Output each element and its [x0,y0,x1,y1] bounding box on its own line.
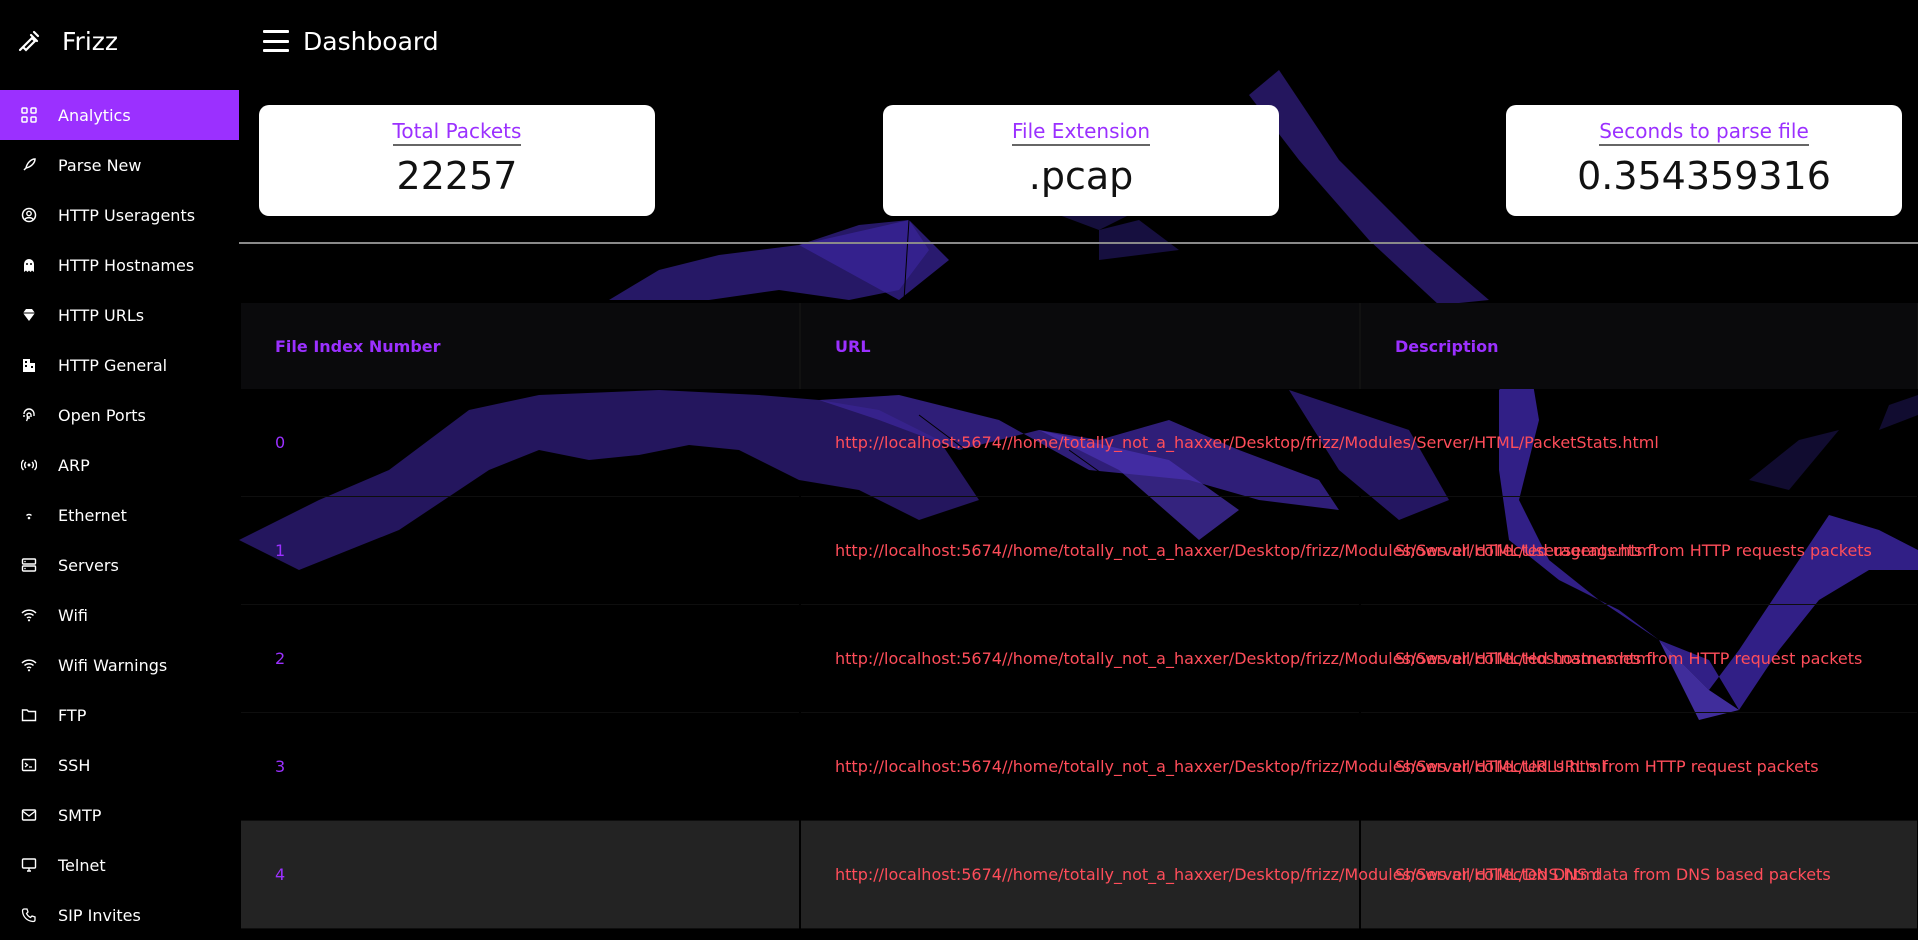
sidebar-item-wifi-warnings[interactable]: Wifi Warnings [0,640,239,690]
sidebar-item-arp[interactable]: ARP [0,440,239,490]
diamond-icon [20,306,38,324]
sidebar-item-label: SMTP [58,805,102,825]
table-row[interactable]: 1 http://localhost:5674//home/totally_no… [241,496,1918,605]
wifi-icon [20,656,38,674]
sidebar-item-label: SSH [58,755,91,775]
terminal-icon [20,756,38,774]
sidebar-item-ftp[interactable]: FTP [0,690,239,740]
stat-card-parse-seconds: Seconds to parse file 0.354359316 [1506,105,1902,216]
rocket-icon [20,156,38,174]
column-header-description[interactable]: Description [1360,303,1918,389]
cell-description: Shows all collected hostnames from HTTP … [1360,604,1918,713]
sidebar-item-label: Analytics [58,105,131,125]
cell-index: 3 [241,712,800,821]
sidebar-item-label: HTTP General [58,355,168,375]
cell-url-link[interactable]: http://localhost:5674//home/totally_not_… [800,389,1659,497]
column-header-url[interactable]: URL [800,303,1361,389]
sidebar-item-label: SIP Invites [58,905,141,925]
stat-value-total-packets: 22257 [396,154,518,198]
server-icon [20,556,38,574]
column-header-index[interactable]: File Index Number [241,303,801,389]
sidebar-item-http-hostnames[interactable]: HTTP Hostnames [0,240,239,290]
sidebar-item-label: HTTP Useragents [58,205,196,225]
folder-icon [20,706,38,724]
cell-description: Shows all collected useragents from HTTP… [1360,496,1918,605]
sidebar-item-wifi[interactable]: Wifi [0,590,239,640]
files-table: File Index Number URL Description 0 http… [241,303,1918,929]
cell-index: 0 [241,389,800,497]
sidebar-item-label: Wifi [58,605,88,625]
sidebar-item-analytics[interactable]: Analytics [0,90,239,140]
table-header-row: File Index Number URL Description [241,303,1918,389]
sidebar-item-label: Telnet [58,855,106,875]
sidebar-item-servers[interactable]: Servers [0,540,239,590]
main-content: Dashboard Total Packets 22257 File Exten… [239,0,1918,935]
sidebar-item-ssh[interactable]: SSH [0,740,239,790]
cell-url-link[interactable]: http://localhost:5674//home/totally_not_… [800,712,1606,821]
sidebar-item-label: Ethernet [58,505,127,525]
cell-index: 4 [241,820,801,929]
stat-label-total-packets[interactable]: Total Packets [392,119,522,146]
divider [239,242,1918,244]
cell-url-link[interactable]: http://localhost:5674//home/totally_not_… [800,496,1657,605]
grid-icon [20,106,38,124]
cell-description: Shows all collected URL's from HTTP requ… [1360,712,1918,821]
sidebar-item-label: ARP [58,455,90,475]
cell-description: Shows all collected DNS data from DNS ba… [1360,820,1918,929]
sidebar-item-label: Parse New [58,155,142,175]
stat-value-file-extension: .pcap [1028,154,1134,198]
stat-label-parse-seconds[interactable]: Seconds to parse file [1599,119,1809,146]
stat-card-total-packets: Total Packets 22257 [259,105,655,216]
phone-icon [20,906,38,924]
monitor-icon [20,856,38,874]
sidebar-item-http-general[interactable]: HTTP General [0,340,239,390]
mail-icon [20,806,38,824]
sidebar-item-label: Servers [58,555,119,575]
signal-dot-icon [20,506,38,524]
building-icon [20,356,38,374]
broadcast-icon [20,456,38,474]
table-row[interactable]: 4 http://localhost:5674//home/totally_no… [241,820,1918,929]
sidebar: Frizz Analytics Parse New HTTP Useragent… [0,0,239,935]
sidebar-item-label: FTP [58,705,87,725]
sidebar-item-label: HTTP Hostnames [58,255,195,275]
stat-card-file-extension: File Extension .pcap [883,105,1279,216]
syringe-icon [16,28,42,54]
sidebar-item-label: HTTP URLs [58,305,145,325]
sidebar-item-label: Open Ports [58,405,146,425]
brand[interactable]: Frizz [0,0,239,82]
stat-label-file-extension[interactable]: File Extension [1011,119,1150,146]
sidebar-item-smtp[interactable]: SMTP [0,790,239,840]
table-row[interactable]: 2 http://localhost:5674//home/totally_no… [241,604,1918,713]
sidebar-item-ethernet[interactable]: Ethernet [0,490,239,540]
sidebar-item-open-ports[interactable]: Open Ports [0,390,239,440]
sidebar-item-http-urls[interactable]: HTTP URLs [0,290,239,340]
menu-icon[interactable] [263,30,289,52]
sidebar-item-parse-new[interactable]: Parse New [0,140,239,190]
table-row[interactable]: 3 http://localhost:5674//home/totally_no… [241,712,1918,821]
fingerprint-icon [20,406,38,424]
table-row[interactable]: 0 http://localhost:5674//home/totally_no… [241,389,1918,497]
sidebar-item-label: Wifi Warnings [58,655,168,675]
page-title: Dashboard [303,26,439,56]
sidebar-item-telnet[interactable]: Telnet [0,840,239,890]
stat-value-parse-seconds: 0.354359316 [1577,154,1831,198]
cell-url-link[interactable]: http://localhost:5674//home/totally_not_… [800,820,1600,929]
top-bar: Dashboard [239,0,1918,82]
cell-url-link[interactable]: http://localhost:5674//home/totally_not_… [800,604,1656,713]
cell-index: 1 [241,496,800,605]
user-circle-icon [20,206,38,224]
ghost-icon [20,256,38,274]
sidebar-nav: Analytics Parse New HTTP Useragents HTTP… [0,90,239,940]
app-name: Frizz [62,26,119,56]
cell-index: 2 [241,604,800,713]
wifi-icon [20,606,38,624]
sidebar-item-sip-invites[interactable]: SIP Invites [0,890,239,940]
sidebar-item-http-useragents[interactable]: HTTP Useragents [0,190,239,240]
